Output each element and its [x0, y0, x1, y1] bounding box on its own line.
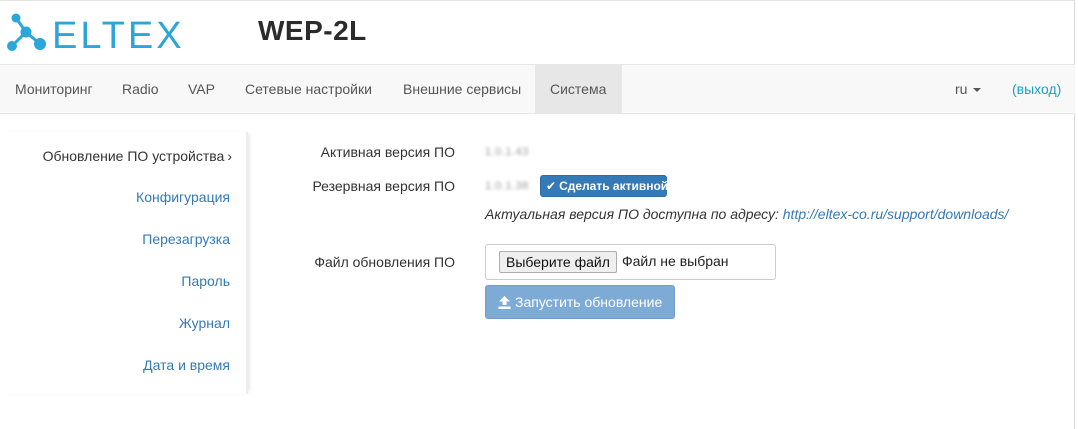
make-active-label: Сделать активной — [559, 179, 669, 193]
active-version-label: Активная версия ПО — [320, 144, 455, 160]
navbar: Мониторинг Radio VAP Сетевые настройки В… — [0, 64, 1075, 114]
file-input[interactable]: Выберите файл Файл не выбран — [485, 244, 776, 280]
file-status: Файл не выбран — [622, 253, 729, 269]
sidebar-item-date-time[interactable]: Дата и время — [143, 357, 230, 373]
logout-link[interactable]: (выход) — [998, 65, 1075, 113]
active-version-value: 1.0.1.43 — [485, 146, 529, 158]
backup-version-value: 1.0.1.38 — [485, 180, 529, 192]
sidebar-item-configuration[interactable]: Конфигурация — [136, 189, 230, 205]
sidebar-item-label: Обновление ПО устройства — [42, 148, 225, 164]
check-icon: ✔ — [546, 179, 557, 193]
nav-system[interactable]: Система — [535, 65, 622, 113]
eltex-logo-icon: ELTEX — [7, 13, 185, 56]
upload-icon — [498, 296, 511, 309]
chevron-right-icon: › — [227, 148, 232, 164]
choose-file-button[interactable]: Выберите файл — [499, 251, 617, 273]
sidebar-item-password[interactable]: Пароль — [181, 273, 230, 289]
update-file-label: Файл обновления ПО — [314, 254, 455, 270]
header: ELTEX WEP-2L — [0, 0, 1075, 64]
downloads-link[interactable]: http://eltex-co.ru/support/downloads/ — [783, 206, 1009, 222]
sidebar-item-firmware-update[interactable]: Обновление ПО устройства › — [43, 148, 232, 164]
start-update-button[interactable]: Запустить обновление — [485, 285, 675, 319]
language-value: ru — [955, 81, 968, 97]
product-title: WEP-2L — [258, 15, 367, 46]
sidebar: Обновление ПО устройства › Конфигурация П… — [0, 132, 248, 394]
sidebar-item-log[interactable]: Журнал — [179, 315, 230, 331]
brand-text: ELTEX — [52, 15, 185, 56]
caret-down-icon — [973, 88, 982, 93]
nav-network-settings[interactable]: Сетевые настройки — [230, 65, 387, 113]
sidebar-item-reboot[interactable]: Перезагрузка — [142, 231, 230, 247]
nav-vap[interactable]: VAP — [173, 65, 230, 113]
nav-radio[interactable]: Radio — [107, 65, 174, 113]
firmware-hint: Актуальная версия ПО доступна по адресу:… — [485, 206, 1008, 222]
backup-version-label: Резервная версия ПО — [312, 178, 455, 194]
nav-external-services[interactable]: Внешние сервисы — [388, 65, 536, 113]
nav-monitoring[interactable]: Мониторинг — [0, 65, 108, 113]
make-active-button[interactable]: ✔ Сделать активной — [540, 175, 669, 197]
hint-text: Актуальная версия ПО доступна по адресу: — [485, 206, 783, 222]
start-update-label: Запустить обновление — [515, 294, 663, 310]
language-dropdown[interactable]: ru — [941, 65, 995, 113]
